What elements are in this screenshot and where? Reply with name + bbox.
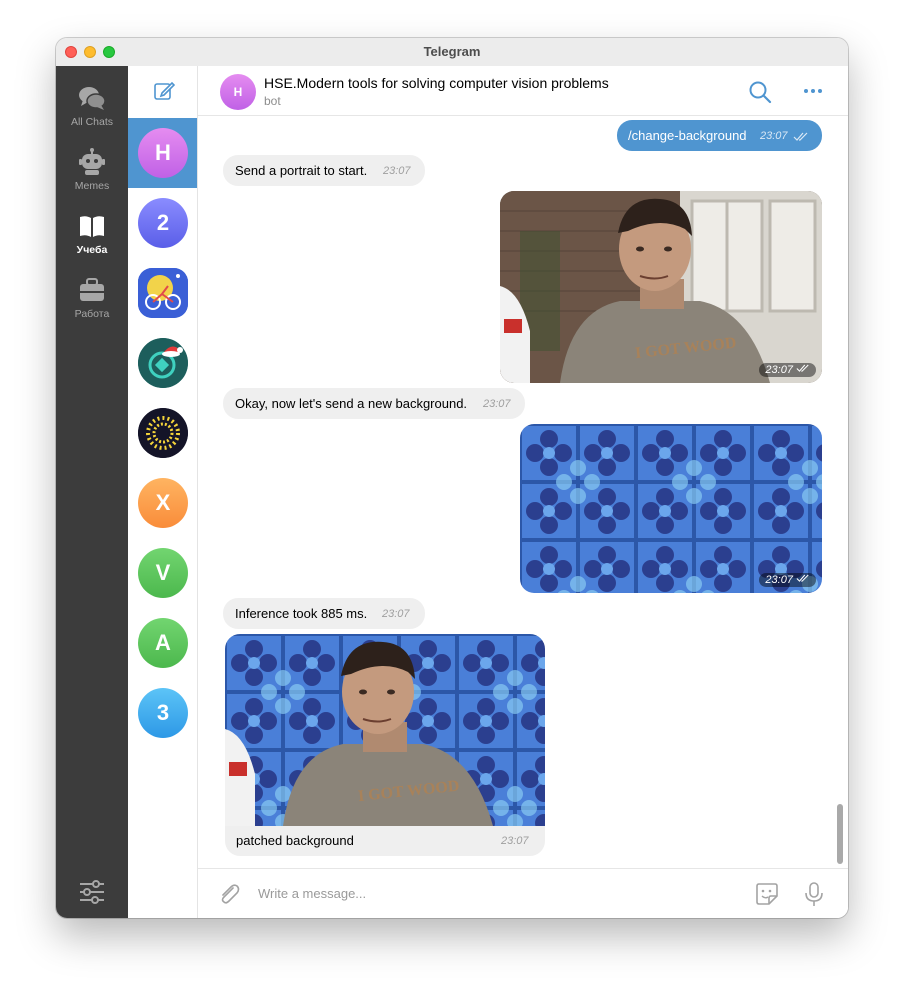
chat-item[interactable] xyxy=(128,258,197,328)
chat-avatar[interactable]: H xyxy=(220,74,256,110)
avatar: X xyxy=(138,478,188,528)
message-incoming[interactable]: Okay, now let's send a new background. 2… xyxy=(223,388,525,419)
folder-memes[interactable]: Memes xyxy=(56,148,128,208)
window-title: Telegram xyxy=(423,44,481,59)
title-bar: Telegram xyxy=(56,38,848,67)
message-time: 23:07 xyxy=(765,574,793,586)
more-options-icon[interactable] xyxy=(802,80,824,102)
photo-time-badge: 23:07 xyxy=(759,573,816,587)
chat-item[interactable] xyxy=(128,328,197,398)
avatar: V xyxy=(138,548,188,598)
message-text: /change-background xyxy=(628,128,747,143)
double-check-icon xyxy=(793,132,808,141)
folder-label: Работа xyxy=(74,308,110,320)
message-composer: Write a message... xyxy=(198,868,848,918)
chat-item[interactable]: A xyxy=(128,608,197,678)
portrait-photo: I GOT WOOD xyxy=(500,191,822,383)
settings-sliders-icon[interactable] xyxy=(78,878,106,906)
message-text: Inference took 885 ms. xyxy=(235,606,368,621)
message-text: Okay, now let's send a new background. xyxy=(235,396,468,411)
attach-paperclip-icon[interactable] xyxy=(217,882,241,906)
message-time: 23:07 xyxy=(760,130,788,142)
avatar-logo xyxy=(138,338,188,388)
chat-item[interactable]: V xyxy=(128,538,197,608)
avatar: 3 xyxy=(138,688,188,738)
compose-icon[interactable] xyxy=(153,80,175,102)
double-check-icon xyxy=(796,364,809,372)
patched-result-photo: I GOT WOOD xyxy=(225,634,545,826)
message-time: 23:07 xyxy=(382,608,410,620)
message-scrollbar[interactable] xyxy=(837,804,843,864)
message-photo-background[interactable]: 23:07 xyxy=(520,424,822,593)
photo-caption: patched background xyxy=(236,833,354,848)
message-incoming[interactable]: Inference took 885 ms. 23:07 xyxy=(223,598,425,629)
bike-illustration-icon xyxy=(138,268,188,318)
photo-time-badge: 23:07 xyxy=(759,363,816,377)
briefcase-icon xyxy=(80,278,104,301)
chat-item[interactable]: 3 xyxy=(128,678,197,748)
chat-item[interactable]: X xyxy=(128,468,197,538)
avatar-bike-image xyxy=(138,268,188,318)
chat-status: bot xyxy=(264,94,281,108)
folder-label: All Chats xyxy=(70,116,113,128)
book-icon xyxy=(80,216,104,237)
chat-panel: H HSE.Modern tools for solving computer … xyxy=(198,66,848,918)
message-time: 23:07 xyxy=(483,398,511,410)
dotted-ring-logo-icon xyxy=(138,408,188,458)
chat-list: H 2 X V A 3 xyxy=(128,66,198,918)
message-outgoing[interactable]: /change-background 23:07 xyxy=(617,120,822,151)
message-time: 23:07 xyxy=(765,364,793,376)
message-text: Send a portrait to start. xyxy=(235,163,368,178)
avatar: H xyxy=(138,128,188,178)
avatar: 2 xyxy=(138,198,188,248)
background-pattern-photo xyxy=(520,424,822,593)
message-time: 23:07 xyxy=(501,835,529,847)
folder-label: Memes xyxy=(74,180,110,192)
message-incoming[interactable]: Send a portrait to start. 23:07 xyxy=(223,155,425,186)
sticker-icon[interactable] xyxy=(754,881,780,907)
message-list[interactable]: /change-background 23:07 Send a portrait… xyxy=(198,116,848,868)
chat-item-hse-bot[interactable]: H xyxy=(128,118,197,188)
avatar-logo xyxy=(138,408,188,458)
robot-icon xyxy=(79,148,105,175)
chat-name[interactable]: HSE.Modern tools for solving computer vi… xyxy=(264,75,609,91)
avatar: A xyxy=(138,618,188,668)
telegram-window: Telegram All Chats Memes Учеба Работа H … xyxy=(56,38,848,918)
message-photo-result[interactable]: I GOT WOOD patched background 23:07 xyxy=(225,634,545,856)
chat-item[interactable] xyxy=(128,398,197,468)
microphone-icon[interactable] xyxy=(802,881,826,907)
message-input[interactable]: Write a message... xyxy=(258,886,366,901)
double-check-icon xyxy=(796,574,809,582)
chat-header: H HSE.Modern tools for solving computer … xyxy=(198,66,848,116)
chat-item[interactable]: 2 xyxy=(128,188,197,258)
folder-label: Учеба xyxy=(76,244,108,256)
folder-sidebar: All Chats Memes Учеба Работа xyxy=(56,66,128,918)
folder-work[interactable]: Работа xyxy=(56,276,128,336)
folder-all-chats[interactable]: All Chats xyxy=(56,84,128,144)
search-icon[interactable] xyxy=(748,80,772,104)
message-time: 23:07 xyxy=(383,165,411,177)
santa-hat-logo-icon xyxy=(138,338,188,388)
chat-bubbles-icon xyxy=(79,87,106,110)
folder-study[interactable]: Учеба xyxy=(56,212,128,272)
message-photo-portrait[interactable]: I GOT WOOD 23:07 xyxy=(500,191,822,383)
